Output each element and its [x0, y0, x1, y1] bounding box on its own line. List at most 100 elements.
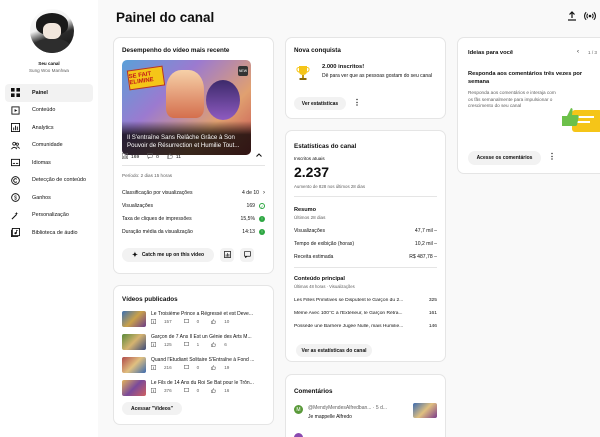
trophy-icon	[296, 65, 310, 81]
like-icon	[211, 388, 218, 393]
audio-library-icon	[11, 228, 20, 238]
row-value: 161	[428, 311, 437, 316]
subs-value: 2.237	[294, 164, 330, 180]
channel-stats-card: Estatísticas do canal Inscritos atuais 2…	[285, 130, 446, 362]
video-thumbnail	[122, 380, 146, 396]
comment-time: · 5 d...	[372, 405, 388, 411]
avg-duration-row: Duração média da visualização 14:13 ↑	[122, 229, 265, 235]
comment-meta: @MendyMendesAlfredban... · 5 d...	[308, 405, 387, 411]
comments-count: 0	[196, 365, 200, 370]
summary-title: Resumo	[294, 207, 317, 213]
channel-label: Seu canal	[38, 61, 60, 66]
top-content-row[interactable]: Même Avec 100°C à l'Extérieur, le Garçon…	[294, 311, 437, 316]
row-label: Receita estimada	[294, 254, 334, 260]
top-content-row[interactable]: Les Filles Primitives se Disputent le Ga…	[294, 298, 437, 303]
row-label: Visualizações	[122, 203, 154, 209]
sidebar-item-label: Analytics	[32, 124, 54, 131]
comments-shortcut-button[interactable]	[240, 248, 254, 262]
arrow-up-icon: ↑	[259, 216, 265, 222]
dash-icon: –	[434, 254, 437, 260]
list-item[interactable]: Garçon de 7 Ans Il Est un Génie des Arts…	[122, 333, 262, 355]
sidebar-item-label: Painel	[32, 89, 48, 96]
card-title: Ideias para você	[468, 50, 514, 56]
sidebar-item-audio-library[interactable]: Biblioteca de áudio	[5, 224, 93, 242]
views-count: 216	[164, 365, 172, 370]
list-item[interactable]: Le Fils de 14 Ans du Roi Se Bat pour le …	[122, 379, 262, 401]
comments-count: 0	[196, 319, 200, 324]
comments-count: 1	[196, 342, 200, 347]
sidebar: Seu canal Sung Woo Manhwa Painel Conteúd…	[0, 0, 98, 437]
sidebar-item-customization[interactable]: Personalização	[5, 207, 93, 225]
comment-text: Je mappelle Alfredo	[308, 414, 352, 420]
more-options-icon[interactable]: ⋮	[548, 153, 556, 161]
top-content-row[interactable]: Possède une Barrière Jugée Nulle, mais H…	[294, 324, 437, 329]
sidebar-item-label: Ganhos	[32, 194, 51, 201]
content-icon	[11, 106, 20, 115]
sidebar-nav: Painel Conteúdo Analytics Comunidade Idi…	[5, 84, 93, 242]
button-label: Catch me up on this video	[141, 252, 205, 258]
live-icon[interactable]	[584, 10, 596, 22]
dashboard-icon	[11, 88, 20, 98]
row-value: 146	[428, 324, 437, 329]
comment-icon	[243, 250, 251, 260]
published-videos-card: Vídeos publicados Le Troisième Prince a …	[113, 285, 274, 425]
sparkle-icon: ✦	[131, 252, 138, 259]
upload-icon[interactable]	[566, 10, 578, 22]
card-title: Estatísticas do canal	[294, 143, 357, 150]
summary-row: Receita estimada R$ 487,78 –	[294, 254, 437, 260]
analytics-icon	[223, 250, 231, 260]
achievement-card: Nova conquista 2.000 inscritos! Dê para …	[285, 37, 446, 119]
video-thumbnail[interactable]	[413, 403, 437, 418]
ranking-row[interactable]: Classificação por visualizações 4 de 10 ›	[122, 190, 265, 196]
view-stats-button[interactable]: Ver estatísticas	[294, 97, 346, 110]
likes-count: 19	[224, 365, 230, 370]
subs-change: Aumento de 828 nos últimos 28 dias	[294, 184, 366, 189]
comment-author[interactable]: @MendyMendesAlfredban...	[308, 405, 371, 411]
avatar[interactable]: M	[294, 405, 303, 414]
views-count: 125	[164, 342, 172, 347]
sidebar-item-earn[interactable]: $ Ganhos	[5, 189, 93, 207]
likes-count: 6	[224, 342, 227, 347]
catch-me-up-button[interactable]: ✦ Catch me up on this video	[122, 248, 214, 262]
go-to-videos-button[interactable]: Acessar "Vídeos"	[122, 402, 182, 415]
list-item[interactable]: Le Troisième Prince a Régressé et est De…	[122, 310, 262, 332]
analytics-icon	[11, 123, 20, 133]
ideas-text: Responda aos comentários e interaja com …	[468, 90, 556, 108]
comment-icon	[183, 342, 191, 347]
view-channel-stats-button[interactable]: Ver as estatísticas do canal	[296, 344, 372, 357]
sidebar-item-label: Idiomas	[32, 159, 51, 166]
period-text: Período: 2 dias 15 horas	[122, 173, 173, 178]
sidebar-item-community[interactable]: Comunidade	[5, 137, 93, 155]
sidebar-item-content[interactable]: Conteúdo	[5, 102, 93, 120]
views-icon	[151, 342, 158, 347]
sidebar-item-languages[interactable]: Idiomas	[5, 154, 93, 172]
dash-icon: –	[434, 228, 437, 234]
channel-avatar[interactable]	[30, 9, 74, 53]
comments-illustration-icon	[558, 96, 600, 140]
row-label: Visualizações	[294, 228, 326, 234]
sidebar-item-analytics[interactable]: Analytics	[5, 119, 93, 137]
sidebar-item-copyright[interactable]: Detecção de conteúdo	[5, 172, 93, 190]
sidebar-item-dashboard[interactable]: Painel	[5, 84, 93, 102]
row-label: Même Avec 100°C à l'Extérieur, le Garçon…	[294, 311, 403, 316]
views-count: 376	[164, 388, 172, 393]
thumbnail-badge: NEW	[238, 66, 248, 76]
chevron-left-icon[interactable]: ‹	[577, 49, 579, 55]
analytics-shortcut-button[interactable]	[220, 248, 234, 262]
divider	[122, 165, 265, 166]
ideas-headline: Responda aos comentários três vezes por …	[468, 71, 583, 85]
views-icon	[151, 365, 158, 370]
comment-icon	[183, 388, 191, 393]
avatar[interactable]	[294, 433, 303, 437]
more-options-icon[interactable]: ⋮	[353, 99, 361, 107]
chevron-right-icon: ›	[263, 190, 265, 196]
latest-video-thumbnail[interactable]: SE FAIT ELIMINE NEW Il S'entraîne Sans R…	[122, 60, 251, 155]
go-to-comments-button[interactable]: Acesse os comentários	[468, 151, 541, 165]
card-title: Comentários	[294, 388, 333, 395]
subs-label: Inscritos atuais	[294, 156, 325, 161]
collapse-chevron-icon[interactable]	[255, 151, 263, 159]
list-item[interactable]: Quand l'Étudiant Solitaire S'Entraîne à …	[122, 356, 262, 378]
likes-count: 11	[175, 154, 181, 160]
summary-row: Tempo de exibição (horas) 10,2 mil –	[294, 241, 437, 247]
row-value: 4 de 10	[242, 190, 259, 196]
